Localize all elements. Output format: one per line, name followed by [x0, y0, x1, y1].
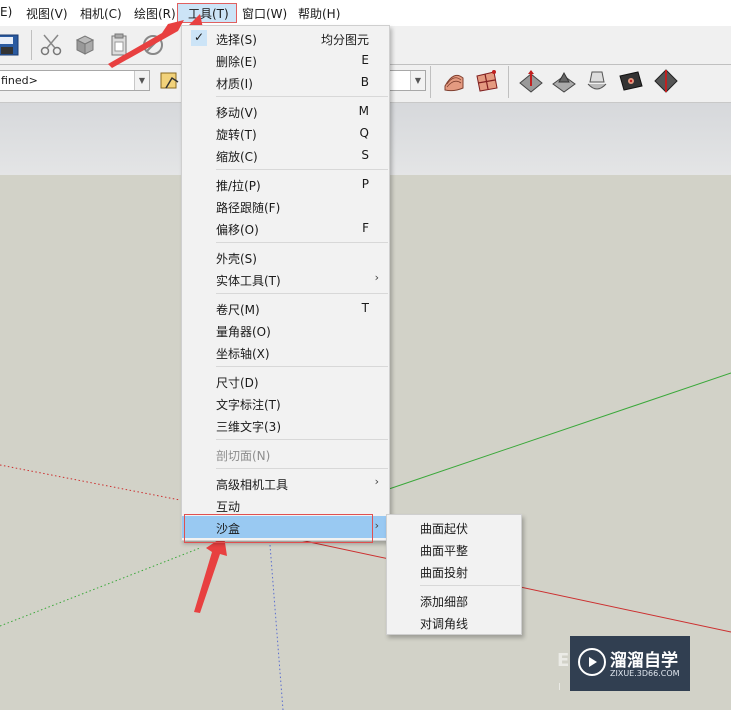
- menu-item-label: 坐标轴(X): [216, 347, 270, 361]
- menu-item-solid-tools[interactable]: 实体工具(T) ›: [182, 268, 389, 290]
- menu-item-label: 高级相机工具: [216, 478, 289, 492]
- menu-item-protractor[interactable]: 量角器(O): [182, 319, 389, 341]
- menu-item-accel: F: [362, 221, 369, 235]
- menu-item-label: 剖切面(N): [216, 449, 271, 463]
- chevron-right-icon: ›: [374, 271, 379, 284]
- menu-item-label: 删除(E): [216, 55, 257, 69]
- watermark-title: 溜溜自学: [610, 651, 678, 671]
- menu-separator: [216, 468, 388, 469]
- menu-item-paint[interactable]: 材质(I) B: [182, 71, 389, 93]
- menu-item-dimensions[interactable]: 尺寸(D): [182, 370, 389, 392]
- menu-item-text[interactable]: 文字标注(T): [182, 392, 389, 414]
- green-axis: [379, 372, 731, 493]
- blue-axis-dotted: [269, 544, 284, 710]
- menu-item-move[interactable]: 移动(V) M: [182, 100, 389, 122]
- menu-item-label: 曲面平整: [420, 544, 469, 558]
- menu-item-push-pull[interactable]: 推/拉(P) P: [182, 173, 389, 195]
- menu-separator: [420, 585, 520, 586]
- menu-item-label: 选择(S): [216, 33, 257, 47]
- annotation-arrow-top: [108, 20, 184, 68]
- menu-separator: [216, 439, 388, 440]
- menu-item-section-plane: 剖切面(N): [182, 443, 389, 465]
- submenu-item-drape[interactable]: 曲面投射: [387, 560, 521, 582]
- watermark-ghost-small: I: [558, 682, 561, 693]
- menu-item-accel: M: [358, 104, 369, 118]
- menu-item-follow-me[interactable]: 路径跟随(F): [182, 195, 389, 217]
- green-axis-dotted: [0, 547, 201, 627]
- menu-item-label: 曲面投射: [420, 566, 469, 580]
- annotation-arrow-bottom: [194, 536, 227, 613]
- chevron-right-icon: ›: [374, 475, 379, 488]
- menu-item-label: 推/拉(P): [216, 179, 261, 193]
- menu-item-accel: E: [361, 53, 369, 67]
- menu-separator: [216, 293, 388, 294]
- menu-item-label: 文字标注(T): [216, 398, 281, 412]
- menu-item-eraser[interactable]: 删除(E) E: [182, 49, 389, 71]
- menu-item-3d-text[interactable]: 三维文字(3): [182, 414, 389, 436]
- menu-item-label: 尺寸(D): [216, 376, 259, 390]
- menu-item-tape-measure[interactable]: 卷尺(M) T: [182, 297, 389, 319]
- menu-item-label: 互动: [216, 500, 241, 514]
- menu-item-label: 旋转(T): [216, 128, 257, 142]
- red-axis-dotted: [0, 464, 181, 501]
- watermark-logo: 溜溜自学 ZIXUE.3D66.COM: [570, 636, 690, 691]
- menu-item-label: 添加细部: [420, 595, 469, 609]
- menu-item-axes[interactable]: 坐标轴(X): [182, 341, 389, 363]
- menu-item-accel: 均分图元: [320, 33, 369, 47]
- watermark-ghost-text: E: [557, 650, 570, 671]
- submenu-item-smoove[interactable]: 曲面起伏: [387, 516, 521, 538]
- menu-item-label: 路径跟随(F): [216, 201, 281, 215]
- menu-item-label: 三维文字(3): [216, 420, 281, 434]
- menu-item-select[interactable]: ✓ 选择(S) 均分图元: [182, 27, 389, 49]
- submenu-item-stamp[interactable]: 曲面平整: [387, 538, 521, 560]
- menu-item-offset[interactable]: 偏移(O) F: [182, 217, 389, 239]
- menu-item-label: 材质(I): [216, 77, 253, 91]
- sandbox-submenu: 曲面起伏 曲面平整 曲面投射 添加细部 对调角线: [386, 514, 522, 635]
- menu-separator: [216, 169, 388, 170]
- menu-item-label: 偏移(O): [216, 223, 259, 237]
- watermark-url: ZIXUE.3D66.COM: [610, 669, 680, 678]
- menu-item-accel: S: [361, 148, 369, 162]
- menu-item-label: 外壳(S): [216, 252, 257, 266]
- menu-item-label: 曲面起伏: [420, 522, 469, 536]
- menu-item-label: 量角器(O): [216, 325, 271, 339]
- submenu-item-add-detail[interactable]: 添加细部: [387, 589, 521, 611]
- menu-item-accel: Q: [359, 126, 369, 140]
- menu-item-accel: B: [360, 75, 369, 89]
- check-icon: ✓: [191, 30, 207, 46]
- menu-item-outer-shell[interactable]: 外壳(S): [182, 246, 389, 268]
- chevron-right-icon: ›: [374, 519, 379, 532]
- play-icon: [578, 648, 606, 676]
- menu-item-label: 对调角线: [420, 617, 469, 631]
- menu-separator: [216, 242, 388, 243]
- menu-item-interact[interactable]: 互动: [182, 494, 389, 516]
- menu-separator: [216, 366, 388, 367]
- menu-separator: [216, 96, 388, 97]
- menu-item-accel: P: [361, 177, 369, 191]
- menu-item-label: 移动(V): [216, 106, 258, 120]
- tools-menu: ✓ 选择(S) 均分图元 删除(E) E 材质(I) B 移动(V) M 旋转(…: [181, 25, 390, 541]
- menu-item-label: 卷尺(M): [216, 303, 260, 317]
- menu-item-rotate[interactable]: 旋转(T) Q: [182, 122, 389, 144]
- menu-item-advanced-camera[interactable]: 高级相机工具 ›: [182, 472, 389, 494]
- menu-item-scale[interactable]: 缩放(C) S: [182, 144, 389, 166]
- menu-item-accel: T: [361, 301, 369, 315]
- menu-item-label: 实体工具(T): [216, 274, 281, 288]
- menu-item-label: 缩放(C): [216, 150, 258, 164]
- submenu-item-flip-edge[interactable]: 对调角线: [387, 611, 521, 633]
- annotation-highlight-box: [184, 514, 373, 543]
